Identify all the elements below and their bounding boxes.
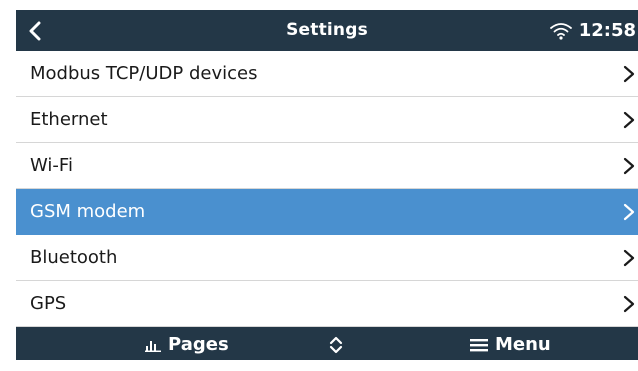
list-item-modbus[interactable]: Modbus TCP/UDP devices — [16, 51, 638, 97]
chevron-right-icon — [623, 65, 635, 83]
page-title: Settings — [286, 20, 368, 40]
list-item-label: GPS — [30, 293, 67, 314]
bar-chart-icon — [145, 340, 161, 352]
list-item-label: Modbus TCP/UDP devices — [30, 63, 258, 84]
header-bar: Settings 12:58 — [16, 10, 638, 51]
list-item-label: GSM modem — [30, 201, 146, 222]
chevron-right-icon — [623, 295, 635, 313]
list-item-label: Wi-Fi — [30, 155, 73, 176]
list-item-gsm-modem[interactable]: GSM modem — [16, 189, 638, 235]
chevron-right-icon — [623, 203, 635, 221]
footer-bar: Pages Menu — [16, 327, 638, 360]
settings-list: Modbus TCP/UDP devices Ethernet Wi-Fi GS… — [16, 51, 638, 327]
chevron-right-icon — [623, 249, 635, 267]
up-down-icon[interactable] — [327, 335, 345, 355]
pages-label: Pages — [168, 334, 229, 355]
settings-screen: Settings 12:58 Modbus TCP/UDP devices Et… — [16, 10, 638, 360]
menu-button[interactable]: Menu — [470, 327, 551, 360]
list-item-gps[interactable]: GPS — [16, 281, 638, 327]
wifi-icon — [549, 22, 572, 40]
clock: 12:58 — [578, 20, 636, 41]
pages-button[interactable]: Pages — [145, 327, 229, 360]
menu-label: Menu — [495, 334, 551, 355]
list-item-ethernet[interactable]: Ethernet — [16, 97, 638, 143]
chevron-right-icon — [623, 111, 635, 129]
list-item-wifi[interactable]: Wi-Fi — [16, 143, 638, 189]
status-area: 12:58 — [549, 10, 636, 51]
list-item-label: Ethernet — [30, 109, 108, 130]
list-item-bluetooth[interactable]: Bluetooth — [16, 235, 638, 281]
hamburger-icon — [470, 338, 488, 351]
list-item-label: Bluetooth — [30, 247, 118, 268]
chevron-right-icon — [623, 157, 635, 175]
